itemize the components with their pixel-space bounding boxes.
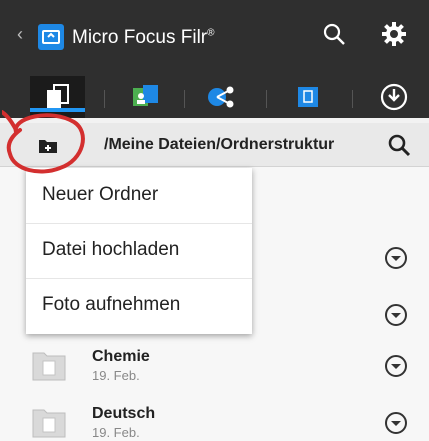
annotation-circle [2, 110, 85, 174]
list-item-folder[interactable]: Chemie 19. Feb. [0, 338, 429, 396]
folder-name: Chemie [92, 348, 150, 365]
gear-icon[interactable] [381, 21, 407, 47]
menu-item-label: Neuer Ordner [42, 184, 159, 205]
chevron-down-icon[interactable] [384, 354, 408, 378]
shared-with-me-icon [132, 85, 158, 106]
app-logo-icon [38, 24, 64, 50]
tab-net-folders[interactable] [280, 76, 335, 118]
search-icon[interactable] [322, 22, 346, 46]
list-item-folder[interactable]: Deutsch 19. Feb. [0, 395, 429, 441]
menu-item-label: Datei hochladen [42, 239, 180, 260]
folder-date: 19. Feb. [92, 368, 140, 383]
folder-name: Deutsch [92, 405, 156, 422]
menu-item-upload-file[interactable]: Datei hochladen [26, 223, 252, 279]
folder-icon [32, 352, 66, 381]
app-window: ‹ Micro Focus Filr® /Meine Dateien/Ordne… [0, 0, 429, 441]
tab-downloads[interactable] [366, 76, 421, 118]
menu-item-take-photo[interactable]: Foto aufnehmen [26, 278, 252, 333]
tab-shared-by-me[interactable] [196, 76, 246, 118]
new-item-menu: Neuer Ordner Datei hochladen Foto aufneh… [26, 168, 252, 334]
menu-item-label: Foto aufnehmen [42, 294, 181, 315]
folder-date: 19. Feb. [92, 425, 140, 440]
back-caret-icon[interactable]: ‹ [17, 24, 23, 45]
folder-icon [32, 409, 66, 438]
share-icon [208, 86, 234, 108]
net-folders-icon [297, 87, 318, 107]
chevron-down-icon[interactable] [384, 303, 408, 327]
search-folder-icon[interactable] [387, 133, 411, 157]
my-files-icon [46, 84, 69, 108]
chevron-down-icon[interactable] [384, 411, 408, 435]
chevron-down-icon[interactable] [384, 246, 408, 270]
tab-shared-with-me[interactable] [118, 76, 173, 118]
download-icon [380, 83, 407, 111]
breadcrumb-path: /Meine Dateien/Ordnerstruktur [104, 136, 335, 153]
app-title: Micro Focus Filr® [72, 27, 215, 48]
